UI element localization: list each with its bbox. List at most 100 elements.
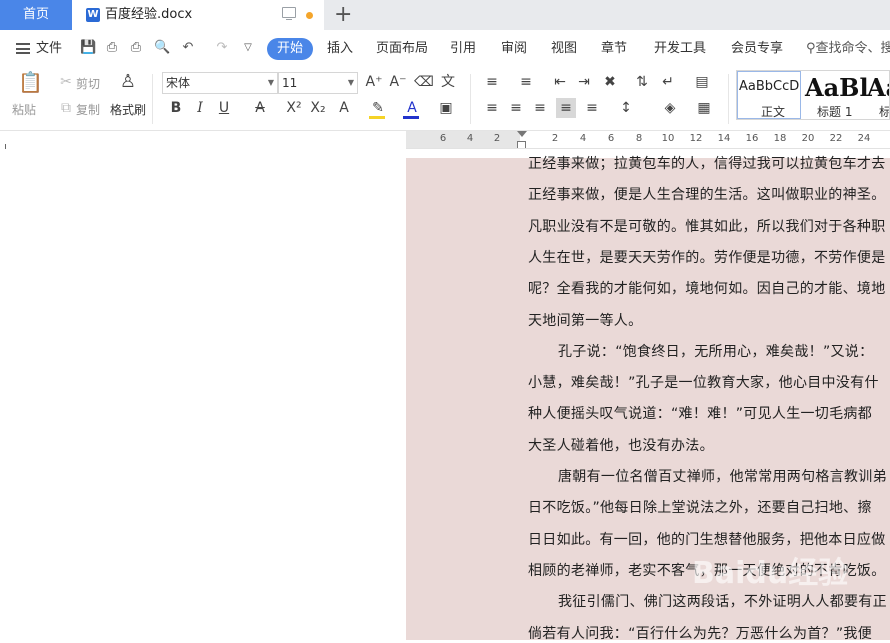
shading-icon[interactable]: ◈: [660, 98, 680, 118]
hamburger-menu-icon[interactable]: [16, 43, 30, 54]
cut-label[interactable]: 剪切: [76, 75, 100, 92]
chevron-down-icon: ▼: [267, 78, 274, 87]
font-size-select[interactable]: 11 ▼: [278, 72, 358, 94]
superscript-icon[interactable]: X²: [284, 98, 304, 118]
strikethrough-icon[interactable]: A: [250, 98, 270, 118]
tab-developer[interactable]: 开发工具: [654, 30, 706, 68]
print-preview-icon[interactable]: 🔍: [154, 40, 170, 56]
home-tab[interactable]: 首页: [0, 0, 72, 30]
baidu-watermark: Baidu经验: [692, 556, 849, 591]
style-heading2-label[interactable]: 标: [879, 103, 889, 119]
character-border-icon[interactable]: ▣: [436, 98, 456, 118]
menu-bar: 文件 💾 ⎙ ⎙ 🔍 ↶ ↷ ▽ 开始 插入 页面布局 引用 审阅 视图 章节 …: [0, 30, 890, 68]
document-line: 大圣人碰着他，也没有办法。: [528, 437, 714, 454]
file-menu[interactable]: 文件: [36, 30, 62, 68]
font-size-value: 11: [282, 76, 298, 90]
format-painter-label[interactable]: 格式刷: [110, 101, 146, 118]
justify-icon[interactable]: ≡: [556, 98, 576, 118]
bullet-list-icon[interactable]: ≡: [482, 72, 502, 92]
decrease-indent-icon[interactable]: ⇤: [550, 72, 570, 92]
tab-stops-icon[interactable]: ▤: [692, 72, 712, 92]
phonetic-guide-icon[interactable]: 文: [438, 72, 458, 92]
tab-home[interactable]: 开始: [267, 38, 314, 60]
style-normal-sample: AaBbCcD: [739, 79, 800, 94]
line-spacing-icon[interactable]: ↕: [616, 98, 636, 118]
tab-member[interactable]: 会员专享: [731, 30, 783, 68]
document-tab-title: 百度经验.docx: [105, 7, 193, 22]
increase-indent-icon[interactable]: ⇥: [574, 72, 594, 92]
customize-toolbar-icon[interactable]: ▽: [240, 40, 256, 56]
clear-format-icon[interactable]: ⌫: [414, 72, 434, 92]
text-effect-icon[interactable]: A: [334, 98, 354, 118]
print-icon[interactable]: ⎙: [128, 40, 144, 56]
numbered-list-icon[interactable]: ≡: [516, 72, 536, 92]
horizontal-ruler[interactable]: 6 4 2 2 4 6 8 10 12 14 16 18 20 22 24: [406, 131, 890, 149]
align-right-icon[interactable]: ≡: [530, 98, 550, 118]
word-document-icon: W: [86, 8, 100, 22]
ruler-number: 16: [745, 133, 759, 144]
style-heading1-label[interactable]: 标题 1: [817, 103, 852, 119]
first-line-indent-marker[interactable]: [517, 131, 527, 137]
show-marks-icon[interactable]: ↵: [658, 72, 678, 92]
monitor-icon[interactable]: [282, 7, 296, 20]
align-left-icon[interactable]: ≡: [482, 98, 502, 118]
ruler-number: 14: [717, 133, 731, 144]
undo-icon[interactable]: ↶: [180, 40, 196, 56]
document-line: 凡职业没有不是可敬的。惟其如此，所以我们对于各种职: [528, 218, 886, 235]
document-line: 呢？全看我的才能何如，境地何如。因自己的才能、境地: [528, 281, 886, 298]
italic-icon[interactable]: I: [190, 98, 210, 118]
document-tab[interactable]: W 百度经验.docx: [72, 0, 324, 30]
ruler-number: 12: [689, 133, 703, 144]
copy-icon[interactable]: ⧉: [56, 98, 76, 118]
ribbon-divider: [470, 74, 471, 124]
tab-chapter[interactable]: 章节: [601, 30, 627, 68]
command-search-text: 查找命令、搜: [815, 41, 890, 56]
document-line: 小慧，难矣哉！”孔子是一位教育大家，他心目中没有什: [528, 375, 879, 392]
redo-icon[interactable]: ↷: [214, 40, 230, 56]
tab-view[interactable]: 视图: [551, 30, 577, 68]
bold-icon[interactable]: B: [166, 98, 186, 118]
search-icon: ⚲: [806, 41, 816, 56]
document-line: 唐朝有一位名僧百丈禅师，他常常用两句格言教训弟: [558, 469, 887, 485]
styles-gallery: AaBbCcD 正文 AaBl 标题 1 Aa 标: [736, 70, 890, 120]
paste-icon[interactable]: 📋: [18, 72, 43, 96]
font-color-bar: [403, 116, 419, 119]
tab-review[interactable]: 审阅: [501, 30, 527, 68]
font-name-select[interactable]: 宋体 ▼: [162, 72, 278, 94]
highlight-icon[interactable]: ✎: [368, 98, 388, 118]
font-color-icon[interactable]: A: [402, 98, 422, 118]
align-center-icon[interactable]: ≡: [506, 98, 526, 118]
ribbon-toolbar: 📋 粘贴 ✂ 剪切 ⧉ 复制 ♙ 格式刷 宋体 ▼ 11 ▼ A⁺ A⁻ ⌫ 文…: [0, 68, 890, 131]
highlight-color-bar: [369, 116, 385, 119]
ruler-number: 6: [607, 133, 615, 144]
ruler-number: 18: [773, 133, 787, 144]
paste-label[interactable]: 粘贴: [12, 101, 36, 118]
underline-icon[interactable]: U: [214, 98, 234, 118]
copy-label[interactable]: 复制: [76, 101, 100, 118]
document-line: 人生在世，是要天天劳作的。劳作便是功德，不劳作便是: [528, 249, 886, 266]
font-name-value: 宋体: [166, 76, 191, 90]
hanging-indent-marker[interactable]: [517, 141, 526, 148]
decrease-font-icon[interactable]: A⁻: [388, 72, 408, 92]
style-heading2-sample[interactable]: Aa: [867, 73, 889, 102]
unsaved-dot-icon: [306, 12, 313, 19]
cut-icon[interactable]: ✂: [56, 72, 76, 92]
export-pdf-icon[interactable]: ⎙: [104, 40, 120, 56]
tab-page-layout[interactable]: 页面布局: [376, 30, 428, 68]
save-icon[interactable]: 💾: [80, 40, 96, 56]
style-heading1-sample[interactable]: AaBl: [805, 73, 869, 102]
document-line: 日不吃饭。”他每日除上堂说法之外，还要自己扫地、擦: [528, 500, 872, 517]
new-tab-plus-icon[interactable]: +: [334, 2, 352, 28]
tab-references[interactable]: 引用: [450, 30, 476, 68]
tab-insert[interactable]: 插入: [327, 30, 353, 68]
subscript-icon[interactable]: X₂: [308, 98, 328, 118]
format-painter-icon[interactable]: ♙: [118, 72, 138, 92]
increase-font-icon[interactable]: A⁺: [364, 72, 384, 92]
command-search[interactable]: ⚲查找命令、搜: [806, 30, 890, 68]
sort-icon[interactable]: ⇅: [632, 72, 652, 92]
ruler-number: 6: [439, 133, 447, 144]
chinese-layout-icon[interactable]: ✖: [600, 72, 620, 92]
ruler-number: 2: [493, 133, 501, 144]
borders-icon[interactable]: ▦: [694, 98, 714, 118]
distributed-align-icon[interactable]: ≡: [582, 98, 602, 118]
